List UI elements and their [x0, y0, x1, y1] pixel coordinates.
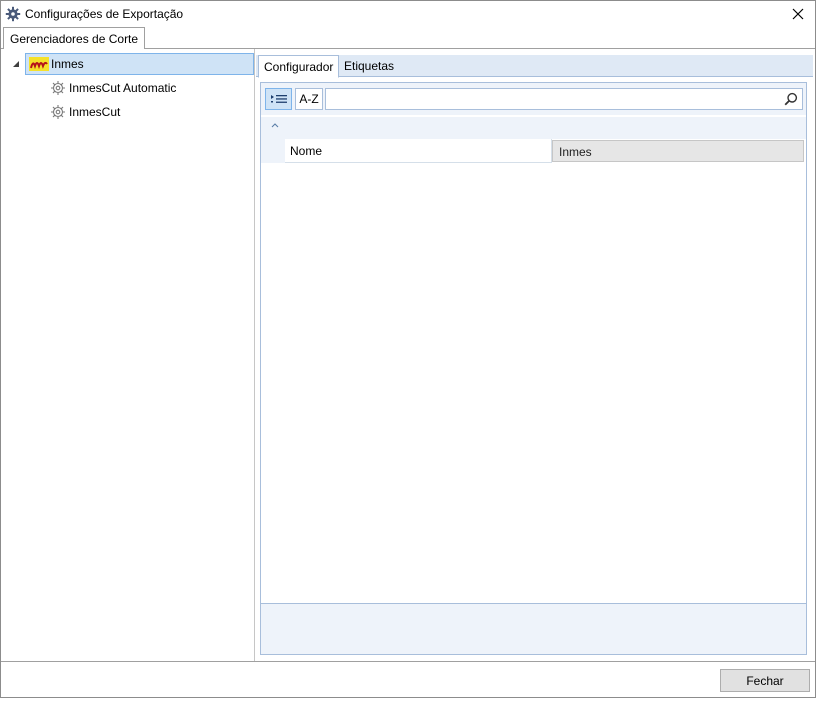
tab-label: Etiquetas: [344, 59, 395, 73]
property-value[interactable]: Inmes: [552, 140, 804, 162]
property-grid: A-Z Nome Inmes: [260, 82, 807, 655]
tab-gerenciadores-de-corte[interactable]: Gerenciadores de Corte: [3, 27, 146, 50]
expander-triangle-icon[interactable]: [12, 60, 20, 68]
sort-alpha-label: A-Z: [299, 92, 319, 106]
alphabetical-sort-button[interactable]: A-Z: [295, 88, 323, 110]
search-icon[interactable]: [784, 92, 798, 106]
inmes-logo-icon: [29, 57, 49, 71]
window-title: Configurações de Exportação: [25, 7, 184, 21]
gear-icon: [51, 81, 65, 95]
tree-item-label: Inmes: [51, 57, 84, 71]
property-search-input[interactable]: [325, 88, 803, 110]
tree-view: Inmes InmesCut Automatic InmesCut: [1, 49, 255, 661]
tree-item-inmescut-automatic[interactable]: InmesCut Automatic: [49, 77, 176, 99]
gear-icon: [5, 6, 21, 22]
title-bar: Configurações de Exportação: [1, 1, 815, 27]
tab-label: Gerenciadores de Corte: [10, 32, 139, 46]
tree-item-inmescut[interactable]: InmesCut: [49, 101, 120, 123]
tab-etiquetas[interactable]: Etiquetas: [339, 55, 399, 77]
property-row-nome: Nome Inmes: [261, 139, 806, 163]
tree-item-label: InmesCut: [69, 105, 121, 119]
right-pane: Configurador Etiquetas A-Z Nome Inmes: [256, 49, 815, 661]
category-row[interactable]: [261, 117, 806, 139]
close-icon: [792, 8, 804, 20]
tree-item-label: InmesCut Automatic: [69, 81, 177, 95]
chevron-up-icon[interactable]: [270, 121, 280, 129]
fechar-button[interactable]: Fechar: [720, 669, 810, 692]
categorized-view-button[interactable]: [265, 88, 292, 110]
tab-configurador[interactable]: Configurador: [258, 55, 340, 78]
property-row-gutter: [261, 139, 285, 163]
categorized-list-icon: [270, 95, 287, 103]
gear-icon: [51, 105, 65, 119]
window-close-button[interactable]: [781, 1, 815, 27]
outer-tab-strip: Gerenciadores de Corte: [1, 27, 815, 50]
tree-item-inmes[interactable]: Inmes: [25, 53, 254, 75]
property-grid-toolbar: A-Z: [261, 83, 806, 115]
dialog-window: Configurações de Exportação Gerenciadore…: [0, 0, 816, 698]
property-name: Nome: [285, 139, 552, 163]
property-description-area: [261, 603, 806, 654]
dialog-footer: Fechar: [1, 661, 815, 697]
inner-tab-strip: Configurador Etiquetas: [256, 55, 813, 78]
tab-label: Configurador: [264, 60, 334, 74]
